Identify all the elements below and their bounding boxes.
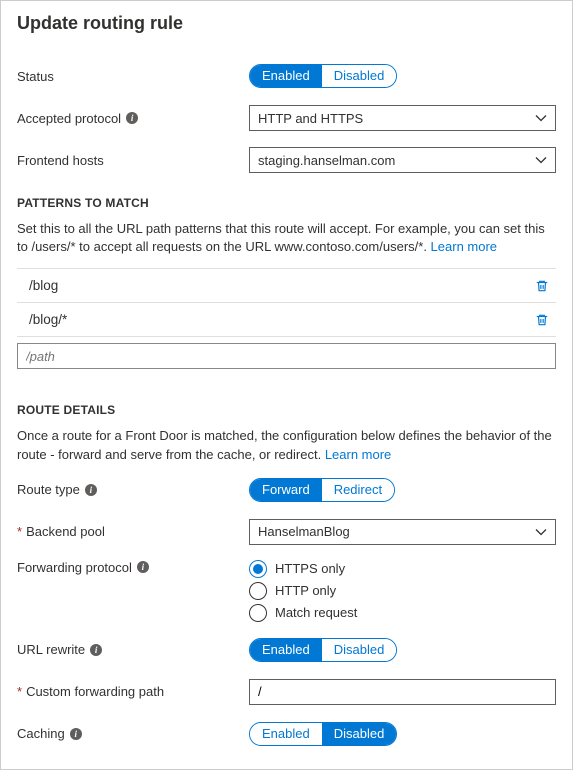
custom-forwarding-path-row: * Custom forwarding path — [17, 678, 556, 706]
status-disabled-option[interactable]: Disabled — [322, 65, 397, 87]
forwarding-protocol-row: Forwarding protocol i HTTPS only HTTP on… — [17, 560, 556, 622]
url-rewrite-toggle[interactable]: Enabled Disabled — [249, 638, 397, 662]
status-label: Status — [17, 69, 249, 84]
accepted-protocol-row: Accepted protocol i HTTP and HTTPS — [17, 104, 556, 132]
patterns-learn-more-link[interactable]: Learn more — [431, 239, 497, 254]
delete-icon[interactable] — [532, 310, 552, 330]
patterns-heading: PATTERNS TO MATCH — [17, 196, 556, 210]
backend-pool-select[interactable]: HanselmanBlog — [249, 519, 556, 545]
frontend-hosts-value: staging.hanselman.com — [258, 153, 395, 168]
page-title: Update routing rule — [17, 13, 556, 34]
status-enabled-option[interactable]: Enabled — [250, 65, 322, 87]
info-icon[interactable]: i — [90, 644, 102, 656]
custom-forwarding-path-input[interactable] — [249, 679, 556, 705]
route-type-toggle[interactable]: Forward Redirect — [249, 478, 395, 502]
chevron-down-icon — [535, 112, 547, 124]
accepted-protocol-value: HTTP and HTTPS — [258, 111, 363, 126]
route-details-heading: ROUTE DETAILS — [17, 403, 556, 417]
chevron-down-icon — [535, 526, 547, 538]
pattern-input-row — [17, 343, 556, 381]
caching-toggle[interactable]: Enabled Disabled — [249, 722, 397, 746]
route-details-learn-more-link[interactable]: Learn more — [325, 447, 391, 462]
radio-icon — [249, 560, 267, 578]
radio-icon — [249, 582, 267, 600]
info-icon[interactable]: i — [85, 484, 97, 496]
delete-icon[interactable] — [532, 276, 552, 296]
forwarding-protocol-label: Forwarding protocol i — [17, 560, 249, 575]
accepted-protocol-select[interactable]: HTTP and HTTPS — [249, 105, 556, 131]
forwarding-protocol-https-only[interactable]: HTTPS only — [249, 560, 357, 578]
forwarding-protocol-match-request[interactable]: Match request — [249, 604, 357, 622]
route-type-forward-option[interactable]: Forward — [250, 479, 322, 501]
caching-enabled-option[interactable]: Enabled — [250, 723, 322, 745]
route-type-redirect-option[interactable]: Redirect — [322, 479, 394, 501]
status-toggle[interactable]: Enabled Disabled — [249, 64, 397, 88]
pattern-path-input[interactable] — [17, 343, 556, 369]
caching-row: Caching i Enabled Disabled — [17, 720, 556, 748]
required-indicator: * — [17, 684, 22, 699]
info-icon[interactable]: i — [70, 728, 82, 740]
info-icon[interactable]: i — [137, 561, 149, 573]
routing-rule-panel: Update routing rule Status Enabled Disab… — [0, 0, 573, 770]
url-rewrite-label: URL rewrite i — [17, 642, 249, 657]
chevron-down-icon — [535, 154, 547, 166]
caching-disabled-option[interactable]: Disabled — [322, 723, 397, 745]
status-row: Status Enabled Disabled — [17, 62, 556, 90]
frontend-hosts-select[interactable]: staging.hanselman.com — [249, 147, 556, 173]
route-type-label: Route type i — [17, 482, 249, 497]
patterns-list: /blog /blog/* — [17, 268, 556, 337]
patterns-description: Set this to all the URL path patterns th… — [17, 220, 556, 256]
backend-pool-label: * Backend pool — [17, 524, 249, 539]
route-details-description: Once a route for a Front Door is matched… — [17, 427, 556, 463]
frontend-hosts-label: Frontend hosts — [17, 153, 249, 168]
pattern-row: /blog/* — [17, 302, 556, 336]
backend-pool-value: HanselmanBlog — [258, 524, 350, 539]
pattern-row: /blog — [17, 268, 556, 302]
pattern-path: /blog — [29, 278, 58, 293]
frontend-hosts-row: Frontend hosts staging.hanselman.com — [17, 146, 556, 174]
caching-label: Caching i — [17, 726, 249, 741]
info-icon[interactable]: i — [126, 112, 138, 124]
required-indicator: * — [17, 524, 22, 539]
url-rewrite-row: URL rewrite i Enabled Disabled — [17, 636, 556, 664]
backend-pool-row: * Backend pool HanselmanBlog — [17, 518, 556, 546]
url-rewrite-enabled-option[interactable]: Enabled — [250, 639, 322, 661]
url-rewrite-disabled-option[interactable]: Disabled — [322, 639, 397, 661]
forwarding-protocol-http-only[interactable]: HTTP only — [249, 582, 357, 600]
radio-icon — [249, 604, 267, 622]
forwarding-protocol-radio-group: HTTPS only HTTP only Match request — [249, 560, 357, 622]
custom-forwarding-path-label: * Custom forwarding path — [17, 684, 249, 699]
route-type-row: Route type i Forward Redirect — [17, 476, 556, 504]
pattern-path: /blog/* — [29, 312, 67, 327]
accepted-protocol-label: Accepted protocol i — [17, 111, 249, 126]
